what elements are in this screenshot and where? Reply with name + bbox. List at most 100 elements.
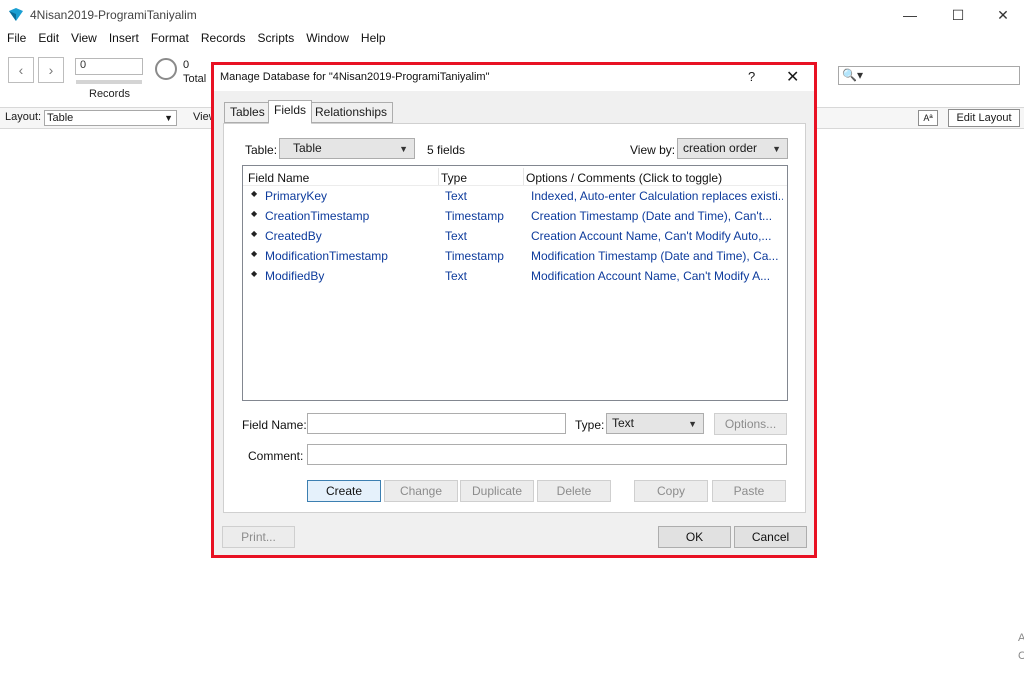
type-label: Type:: [575, 418, 605, 432]
menu-scripts[interactable]: Scripts: [252, 31, 301, 49]
print-button[interactable]: Print...: [222, 526, 295, 548]
filemaker-app-icon: [9, 8, 23, 21]
column-divider: [438, 168, 439, 185]
field-row[interactable]: ◆ PrimaryKey Text Indexed, Auto-enter Ca…: [243, 186, 787, 206]
close-window-button[interactable]: ✕: [980, 0, 1024, 30]
comment-input[interactable]: [307, 444, 787, 465]
field-name: PrimaryKey: [265, 189, 328, 203]
field-name-label: Field Name:: [242, 418, 307, 432]
options-button[interactable]: Options...: [714, 413, 787, 435]
field-count: 5 fields: [427, 143, 466, 157]
menu-records[interactable]: Records: [195, 31, 252, 49]
create-button[interactable]: Create: [307, 480, 381, 502]
tab-fields[interactable]: Fields: [268, 100, 313, 124]
field-name-input[interactable]: [307, 413, 566, 434]
field-options: Creation Timestamp (Date and Time), Can'…: [531, 209, 773, 223]
drag-handle-icon[interactable]: ◆: [251, 229, 257, 238]
edge-glyph: A: [1018, 632, 1024, 644]
type-select-value: Text: [612, 416, 635, 430]
field-options: Modification Account Name, Can't Modify …: [531, 269, 771, 283]
view-by-label: View by:: [630, 143, 676, 157]
field-type: Text: [445, 189, 468, 203]
field-type: Timestamp: [445, 209, 504, 223]
column-divider: [523, 168, 524, 185]
view-by-value: creation order: [683, 141, 758, 155]
edge-glyph: C: [1018, 650, 1024, 662]
menu-bar: File Edit View Insert Format Records Scr…: [0, 31, 392, 49]
field-name: ModifiedBy: [265, 269, 325, 283]
ok-button[interactable]: OK: [658, 526, 731, 548]
field-list[interactable]: Field Name Type Options / Comments (Clic…: [242, 165, 788, 401]
type-select[interactable]: Text ▼: [606, 413, 704, 434]
paste-button[interactable]: Paste: [712, 480, 786, 502]
change-button[interactable]: Change: [384, 480, 458, 502]
field-type: Timestamp: [445, 249, 504, 263]
dialog-close-button[interactable]: ✕: [786, 67, 799, 87]
duplicate-button[interactable]: Duplicate: [460, 480, 534, 502]
menu-insert[interactable]: Insert: [103, 31, 145, 49]
table-label: Table:: [245, 143, 278, 157]
column-header-field-name[interactable]: Field Name: [248, 171, 309, 185]
tab-relationships[interactable]: Relationships: [309, 102, 394, 123]
field-name: ModificationTimestamp: [265, 249, 388, 263]
field-options: Creation Account Name, Can't Modify Auto…: [531, 229, 772, 243]
delete-button[interactable]: Delete: [537, 480, 611, 502]
field-name: CreationTimestamp: [265, 209, 370, 223]
drag-handle-icon[interactable]: ◆: [251, 249, 257, 258]
records-label: Records: [89, 88, 130, 100]
cancel-button[interactable]: Cancel: [734, 526, 807, 548]
help-button[interactable]: ?: [748, 69, 755, 84]
table-select-value: Table: [293, 141, 322, 155]
table-select[interactable]: Table ▼: [279, 138, 415, 159]
dialog-title: Manage Database for "4Nisan2019-Programi…: [220, 71, 490, 83]
chevron-down-icon: ▼: [688, 419, 697, 429]
column-header-type[interactable]: Type: [441, 171, 467, 185]
edit-layout-button[interactable]: Edit Layout: [948, 109, 1020, 127]
record-pie-chart-icon: [155, 58, 177, 80]
field-row[interactable]: ◆ CreationTimestamp Timestamp Creation T…: [243, 206, 787, 226]
field-type: Text: [445, 229, 468, 243]
field-row[interactable]: ◆ ModifiedBy Text Modification Account N…: [243, 266, 787, 286]
previous-record-button[interactable]: ‹: [8, 57, 34, 83]
found-count: 0: [183, 59, 190, 71]
layout-select[interactable]: Table ▼: [44, 110, 177, 126]
font-size-button[interactable]: Aª: [918, 110, 938, 126]
tab-tables[interactable]: Tables: [224, 102, 271, 123]
quick-find-input[interactable]: [838, 66, 1020, 85]
field-options: Modification Timestamp (Date and Time), …: [531, 249, 779, 263]
maximize-button[interactable]: ☐: [935, 0, 981, 30]
window-titlebar: 4Nisan2019-ProgramiTaniyalim — ☐ ✕: [0, 0, 1024, 30]
minimize-button[interactable]: —: [887, 0, 933, 30]
chevron-down-icon: ▼: [164, 113, 173, 123]
layout-select-value: Table: [47, 112, 74, 124]
field-row[interactable]: ◆ ModificationTimestamp Timestamp Modifi…: [243, 246, 787, 266]
menu-file[interactable]: File: [0, 31, 32, 49]
dialog-titlebar: Manage Database for "4Nisan2019-Programi…: [214, 65, 814, 91]
chevron-down-icon: ▼: [772, 144, 781, 154]
menu-view[interactable]: View: [65, 31, 103, 49]
field-row[interactable]: ◆ CreatedBy Text Creation Account Name, …: [243, 226, 787, 246]
drag-handle-icon[interactable]: ◆: [251, 209, 257, 218]
copy-button[interactable]: Copy: [634, 480, 708, 502]
current-record-input[interactable]: 0: [75, 58, 143, 75]
record-slider[interactable]: [76, 80, 142, 84]
field-options: Indexed, Auto-enter Calculation replaces…: [531, 189, 783, 203]
drag-handle-icon[interactable]: ◆: [251, 269, 257, 278]
menu-edit[interactable]: Edit: [32, 31, 65, 49]
view-by-select[interactable]: creation order ▼: [677, 138, 788, 159]
manage-database-dialog: Manage Database for "4Nisan2019-Programi…: [211, 62, 817, 558]
layout-label: Layout:: [5, 111, 42, 123]
chevron-down-icon: ▼: [399, 144, 408, 154]
comment-label: Comment:: [248, 449, 304, 463]
menu-help[interactable]: Help: [355, 31, 392, 49]
search-icon[interactable]: 🔍▾: [842, 68, 863, 82]
column-header-options[interactable]: Options / Comments (Click to toggle): [526, 171, 722, 185]
drag-handle-icon[interactable]: ◆: [251, 189, 257, 198]
total-label: Total: [183, 73, 207, 85]
menu-window[interactable]: Window: [300, 31, 355, 49]
field-type: Text: [445, 269, 468, 283]
window-title: 4Nisan2019-ProgramiTaniyalim: [30, 8, 197, 22]
field-name: CreatedBy: [265, 229, 322, 243]
next-record-button[interactable]: ›: [38, 57, 64, 83]
menu-format[interactable]: Format: [145, 31, 195, 49]
